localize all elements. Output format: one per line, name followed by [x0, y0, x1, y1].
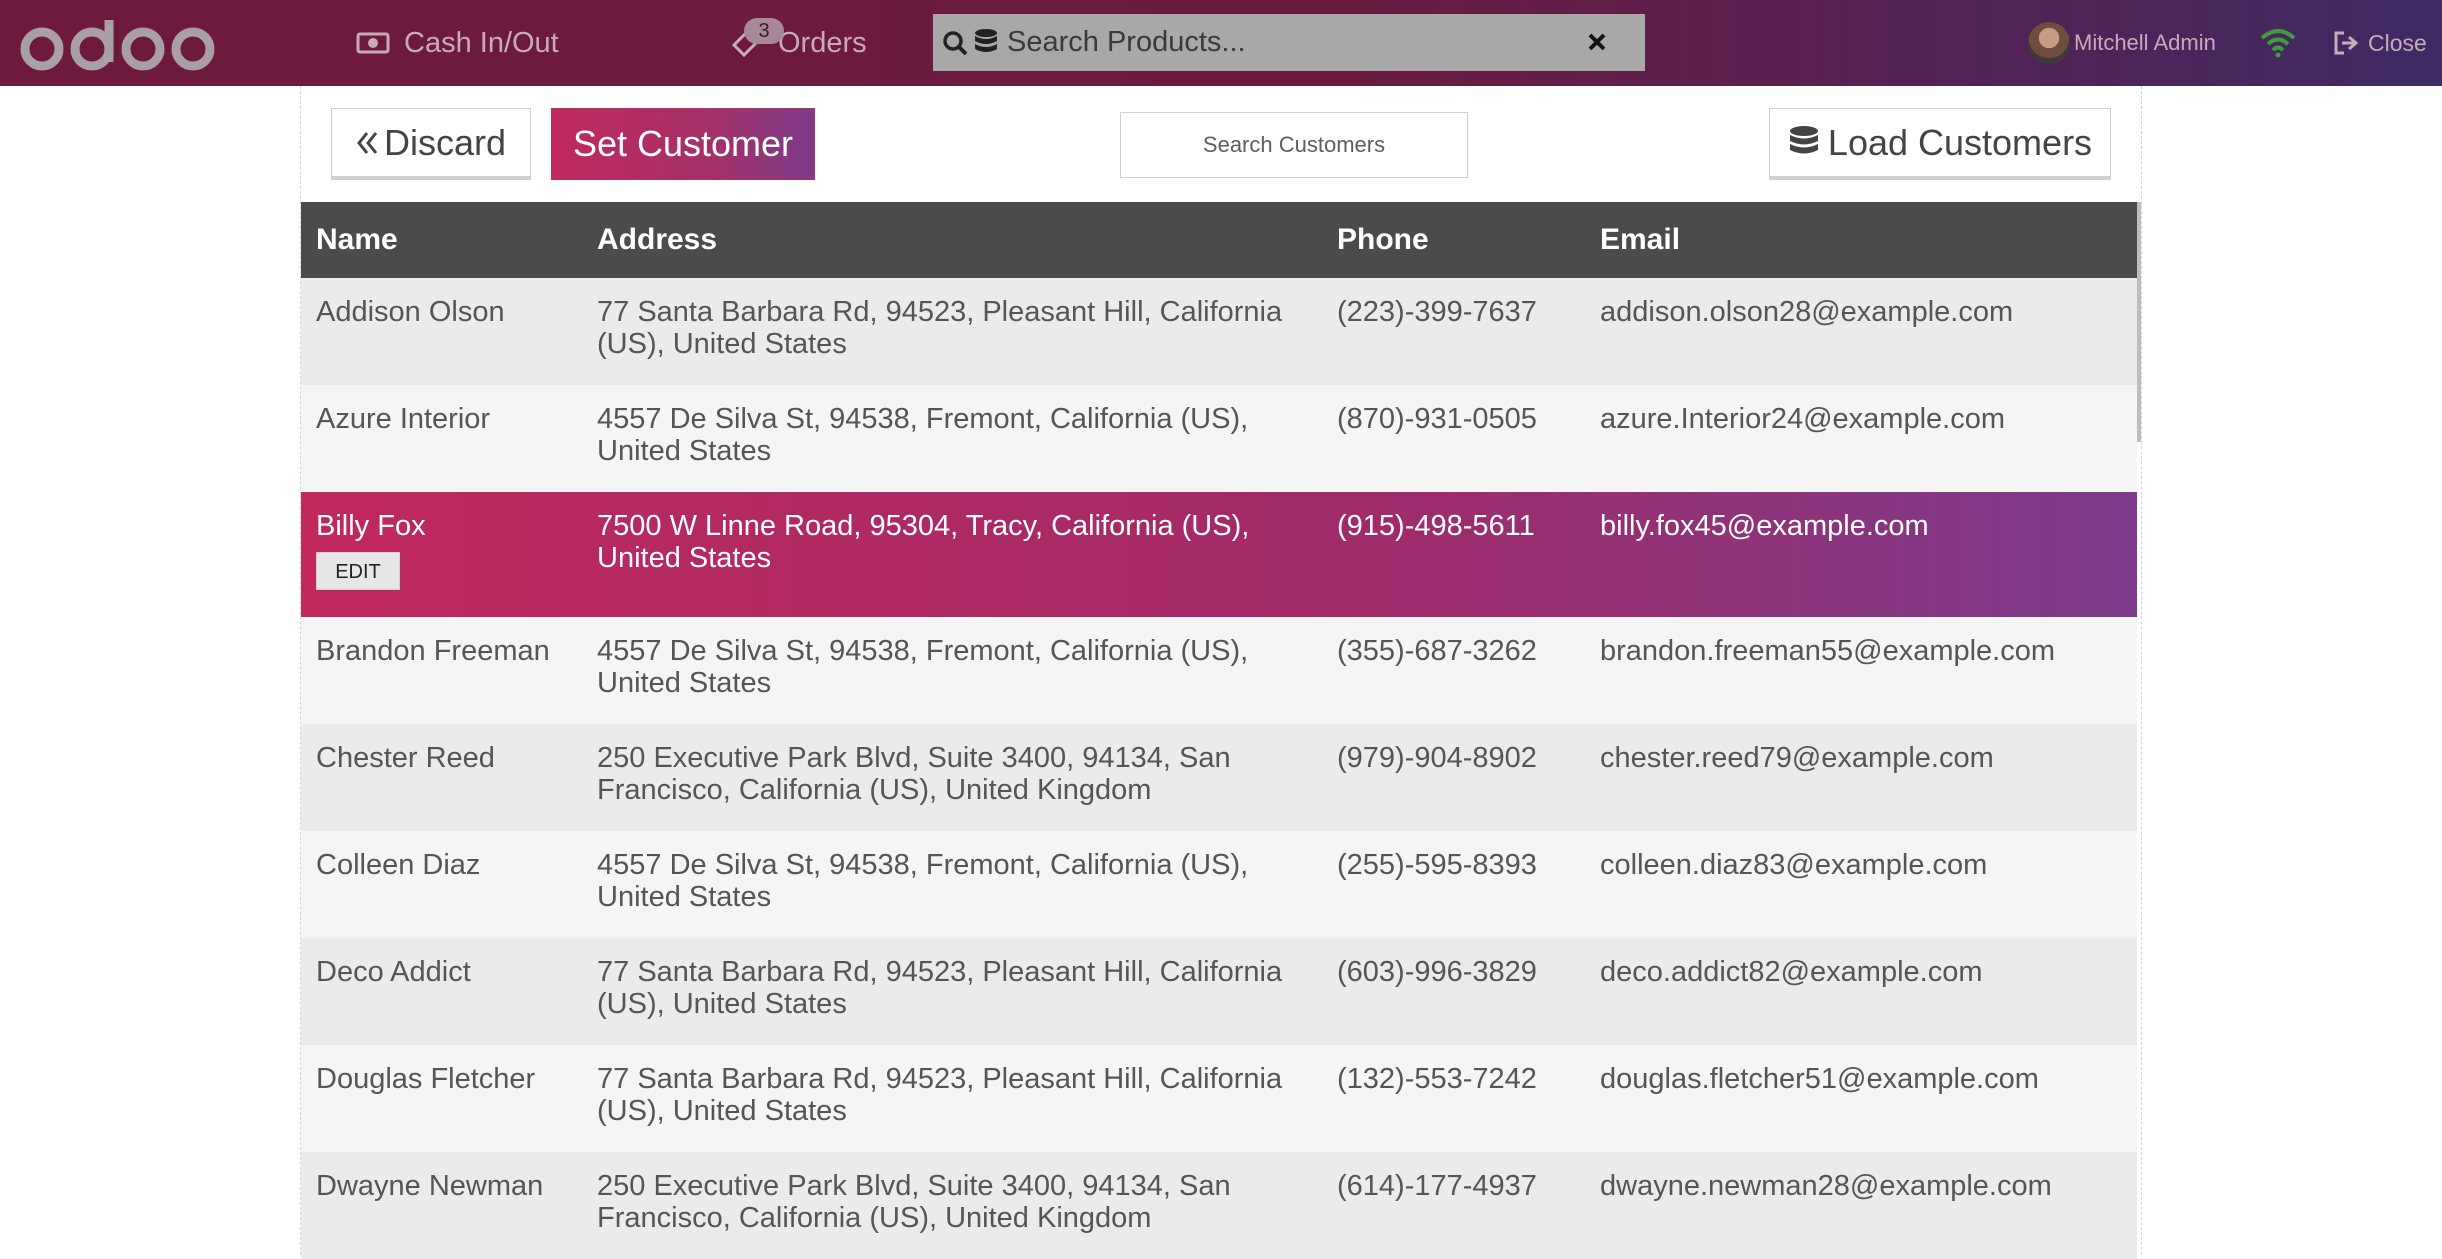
- column-header-name: Name: [316, 223, 398, 256]
- customer-email: dwayne.newman28@example.com: [1600, 1170, 2052, 1202]
- customer-email: addison.olson28@example.com: [1600, 296, 2014, 328]
- customer-name: Addison Olson: [316, 296, 505, 328]
- discard-label: Discard: [383, 121, 507, 163]
- customer-name-cell: Billy Fox EDIT: [301, 492, 597, 617]
- table-row[interactable]: Chester Reed 250 Executive Park Blvd, Su…: [301, 724, 2137, 831]
- customer-name: Brandon Freeman: [316, 635, 550, 667]
- table-row[interactable]: Deco Addict 77 Santa Barbara Rd, 94523, …: [301, 938, 2137, 1045]
- search-customers-input[interactable]: [1121, 113, 1467, 177]
- customer-phone: (614)-177-4937: [1337, 1170, 1537, 1202]
- table-row-selected[interactable]: Billy Fox EDIT 7500 W Linne Road, 95304,…: [301, 492, 2137, 617]
- table-row[interactable]: Addison Olson 77 Santa Barbara Rd, 94523…: [301, 278, 2137, 385]
- cash-in-out-label: Cash In/Out: [404, 26, 559, 59]
- table-row[interactable]: Dwayne Newman 250 Executive Park Blvd, S…: [301, 1152, 2137, 1259]
- load-customers-label: Load Customers: [1827, 121, 2093, 163]
- customer-email: billy.fox45@example.com: [1600, 510, 1929, 542]
- avatar: [2028, 22, 2070, 64]
- customer-phone: (979)-904-8902: [1337, 742, 1537, 774]
- angle-double-left-icon: [356, 130, 378, 156]
- customer-address: 250 Executive Park Blvd, Suite 3400, 941…: [597, 742, 1231, 806]
- customer-phone: (915)-498-5611: [1337, 510, 1535, 542]
- customer-email: brandon.freeman55@example.com: [1600, 635, 2056, 667]
- wifi-icon: [2260, 29, 2296, 58]
- close-button[interactable]: Close: [2332, 20, 2427, 66]
- database-icon: [973, 28, 999, 58]
- set-customer-label: Set Customer: [572, 123, 794, 164]
- search-products-bar[interactable]: [933, 14, 1645, 71]
- set-customer-button[interactable]: Set Customer: [551, 108, 815, 180]
- search-icon: [941, 29, 969, 57]
- customer-phone: (870)-931-0505: [1337, 403, 1537, 435]
- customer-list-panel: Discard Set Customer Load Customers Name…: [300, 86, 2142, 1259]
- customer-name: Dwayne Newman: [316, 1170, 544, 1202]
- user-name: Mitchell Admin: [2074, 30, 2216, 55]
- clear-search-icon[interactable]: [1581, 26, 1613, 58]
- sign-out-icon: [2332, 30, 2362, 56]
- customer-name: Colleen Diaz: [316, 849, 481, 881]
- search-products-input[interactable]: [1003, 26, 1563, 59]
- table-row[interactable]: Douglas Fletcher 77 Santa Barbara Rd, 94…: [301, 1045, 2137, 1152]
- customer-name: Douglas Fletcher: [316, 1063, 536, 1095]
- top-navbar: Cash In/Out Orders 3 Search Products... …: [0, 0, 2442, 86]
- customer-name: Chester Reed: [316, 742, 495, 774]
- user-menu[interactable]: Mitchell Admin: [2028, 20, 2216, 66]
- edit-customer-button[interactable]: EDIT: [316, 552, 400, 590]
- customer-name: Deco Addict: [316, 956, 471, 988]
- customer-address: 250 Executive Park Blvd, Suite 3400, 941…: [597, 1170, 1231, 1234]
- table-scrollbar[interactable]: [2137, 202, 2141, 442]
- customer-email: colleen.diaz83@example.com: [1600, 849, 1988, 881]
- close-label: Close: [2368, 29, 2427, 56]
- customer-email: douglas.fletcher51@example.com: [1600, 1063, 2039, 1095]
- orders-label: Orders: [778, 26, 867, 59]
- customer-phone: (603)-996-3829: [1337, 956, 1537, 988]
- customer-address: 77 Santa Barbara Rd, 94523, Pleasant Hil…: [597, 1063, 1283, 1127]
- column-header-phone: Phone: [1337, 223, 1429, 256]
- customer-name: Billy Fox: [316, 510, 426, 542]
- customer-email: azure.Interior24@example.com: [1600, 403, 2006, 435]
- customer-phone: (355)-687-3262: [1337, 635, 1537, 667]
- load-customers-button[interactable]: Load Customers: [1769, 108, 2111, 180]
- database-icon: [1788, 125, 1820, 161]
- table-row[interactable]: Azure Interior 4557 De Silva St, 94538, …: [301, 385, 2137, 492]
- customer-name: Azure Interior: [316, 403, 491, 435]
- discard-button[interactable]: Discard: [331, 108, 531, 180]
- customer-phone: (255)-595-8393: [1337, 849, 1537, 881]
- column-header-address: Address: [597, 223, 718, 256]
- cash-in-out-button[interactable]: Cash In/Out: [356, 20, 559, 66]
- money-icon: [356, 30, 390, 56]
- table-row[interactable]: Colleen Diaz 4557 De Silva St, 94538, Fr…: [301, 831, 2137, 938]
- customer-email: chester.reed79@example.com: [1600, 742, 1994, 774]
- customer-address: 77 Santa Barbara Rd, 94523, Pleasant Hil…: [597, 956, 1283, 1020]
- odoo-logo[interactable]: [18, 14, 218, 72]
- table-row[interactable]: Brandon Freeman 4557 De Silva St, 94538,…: [301, 617, 2137, 724]
- customer-address: 77 Santa Barbara Rd, 94523, Pleasant Hil…: [597, 296, 1283, 360]
- orders-count-badge: 3: [744, 18, 784, 44]
- customer-address: 4557 De Silva St, 94538, Fremont, Califo…: [597, 403, 1249, 467]
- customer-phone: (132)-553-7242: [1337, 1063, 1537, 1095]
- customer-address: 4557 De Silva St, 94538, Fremont, Califo…: [597, 635, 1249, 699]
- customer-email: deco.addict82@example.com: [1600, 956, 1983, 988]
- table-header: Name Address Phone Email: [301, 202, 2137, 278]
- column-header-email: Email: [1600, 223, 1681, 256]
- customer-table: Name Address Phone Email Addison Olson 7…: [301, 202, 2137, 1259]
- customer-address: 4557 De Silva St, 94538, Fremont, Califo…: [597, 849, 1249, 913]
- customer-phone: (223)-399-7637: [1337, 296, 1537, 328]
- customer-address: 7500 W Linne Road, 95304, Tracy, Califor…: [597, 510, 1250, 574]
- search-customers-box[interactable]: [1120, 112, 1468, 178]
